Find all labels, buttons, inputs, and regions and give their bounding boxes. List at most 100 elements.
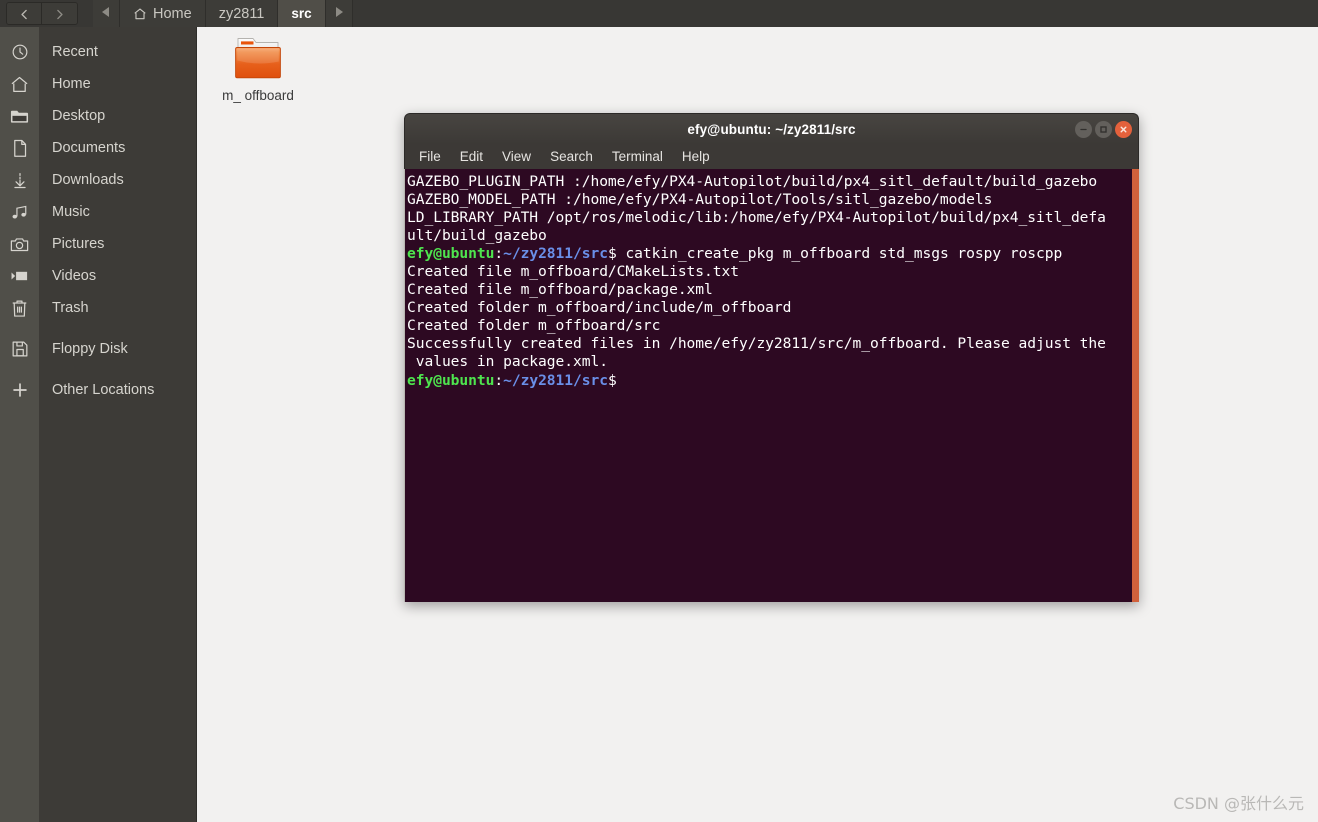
sidebar-item-label: Home	[52, 76, 91, 92]
home-icon	[133, 7, 147, 21]
terminal-menubar: File Edit View Search Terminal Help	[404, 144, 1139, 169]
watermark: CSDN @张什么元	[1173, 794, 1304, 813]
terminal-text-segment: GAZEBO_MODEL_PATH :/home/efy/PX4-Autopil…	[407, 191, 993, 209]
sidebar-item-desktop[interactable]: Desktop	[0, 100, 197, 132]
minimize-button[interactable]	[1075, 121, 1092, 138]
sidebar-item-other-locations[interactable]: Other Locations	[0, 374, 197, 406]
breadcrumb-scroll-right[interactable]	[325, 0, 353, 27]
close-icon	[1119, 125, 1128, 134]
sidebar-separator	[0, 365, 197, 374]
sidebar: Recent Home Desktop Documents Downloads …	[0, 27, 197, 822]
folder-icon	[230, 35, 286, 82]
terminal-line: Successfully created files in /home/efy/…	[407, 335, 1139, 353]
sidebar-item-floppy-disk[interactable]: Floppy Disk	[0, 333, 197, 365]
terminal-text-segment: values in package.xml.	[407, 353, 608, 371]
terminal-text-segment: Created folder m_offboard/src	[407, 317, 661, 335]
menu-item-file[interactable]: File	[419, 149, 441, 164]
terminal-text-segment: LD_LIBRARY_PATH /opt/ros/melodic/lib:/ho…	[407, 209, 1106, 227]
sidebar-item-music[interactable]: Music	[0, 196, 197, 228]
terminal-line: GAZEBO_MODEL_PATH :/home/efy/PX4-Autopil…	[407, 191, 1139, 209]
terminal-text-segment: :	[494, 245, 504, 263]
sidebar-item-label: Videos	[52, 268, 97, 284]
terminal-text-segment: Created file m_offboard/CMakeLists.txt	[407, 263, 739, 281]
sidebar-item-downloads[interactable]: Downloads	[0, 164, 197, 196]
back-button[interactable]	[7, 3, 42, 24]
music-note-icon	[0, 204, 39, 221]
terminal-text-segment: Successfully created files in /home/efy/…	[407, 335, 1106, 353]
file-item-label: m_ offboard	[222, 88, 294, 103]
sidebar-item-documents[interactable]: Documents	[0, 132, 197, 164]
file-item-m-offboard[interactable]: m_ offboard	[210, 35, 306, 104]
navigation-button-group	[6, 2, 78, 25]
terminal-line: LD_LIBRARY_PATH /opt/ros/melodic/lib:/ho…	[407, 209, 1139, 227]
maximize-icon	[1099, 125, 1108, 134]
terminal-titlebar[interactable]: efy@ubuntu: ~/zy2811/src	[404, 113, 1139, 144]
sidebar-item-label: Music	[52, 204, 90, 220]
triangle-left-icon	[102, 7, 110, 20]
chevron-left-icon	[18, 8, 31, 21]
trash-icon	[0, 299, 39, 318]
terminal-text-segment: $ catkin_create_pkg m_offboard std_msgs …	[607, 245, 1063, 263]
terminal-text-segment: ~/zy2811/src	[503, 245, 608, 263]
breadcrumb-label: zy2811	[218, 5, 265, 22]
download-icon	[0, 171, 39, 190]
home-icon	[0, 75, 39, 94]
terminal-title: efy@ubuntu: ~/zy2811/src	[687, 121, 856, 137]
clock-icon	[0, 43, 39, 61]
sidebar-item-label: Recent	[52, 44, 98, 60]
menu-item-search[interactable]: Search	[550, 149, 593, 164]
sidebar-item-label: Documents	[52, 140, 126, 156]
breadcrumb-item-home[interactable]: Home	[120, 0, 206, 27]
terminal-text-segment: ~/zy2811/src	[503, 371, 608, 389]
terminal-line: Created file m_offboard/CMakeLists.txt	[407, 263, 1139, 281]
forward-button[interactable]	[42, 3, 77, 24]
video-camera-icon	[0, 269, 39, 283]
terminal-text-segment: GAZEBO_PLUGIN_PATH :/home/efy/PX4-Autopi…	[407, 173, 1098, 190]
breadcrumb-label: src	[291, 6, 312, 21]
sidebar-item-label: Pictures	[52, 236, 105, 252]
document-icon	[0, 139, 39, 158]
breadcrumb-label: Home	[153, 5, 192, 22]
terminal-line: GAZEBO_PLUGIN_PATH :/home/efy/PX4-Autopi…	[407, 173, 1139, 191]
terminal-line: Created file m_offboard/package.xml	[407, 281, 1139, 299]
sidebar-separator	[0, 324, 197, 333]
terminal-line: efy@ubuntu:~/zy2811/src$	[407, 372, 1139, 390]
sidebar-item-pictures[interactable]: Pictures	[0, 228, 197, 260]
plus-icon	[0, 381, 39, 399]
breadcrumb-item-zy2811[interactable]: zy2811	[205, 0, 279, 27]
sidebar-item-label: Other Locations	[52, 382, 155, 398]
terminal-line: Created folder m_offboard/src	[407, 317, 1139, 335]
file-manager-headerbar: Home zy2811 src	[0, 0, 1318, 27]
terminal-text-segment: Created folder m_offboard/include/m_offb…	[407, 299, 792, 317]
sidebar-item-home[interactable]: Home	[0, 68, 197, 100]
menu-item-terminal[interactable]: Terminal	[612, 149, 663, 164]
chevron-right-icon	[53, 8, 66, 21]
terminal-text-segment: efy@ubuntu	[407, 245, 495, 263]
terminal-line: ult/build_gazebo	[407, 227, 1139, 245]
terminal-line: values in package.xml.	[407, 353, 1139, 371]
breadcrumb-scroll-left[interactable]	[93, 0, 120, 27]
triangle-right-icon	[335, 7, 343, 20]
terminal-text-segment: efy@ubuntu	[407, 371, 495, 389]
terminal-line: efy@ubuntu:~/zy2811/src$ catkin_create_p…	[407, 245, 1139, 263]
terminal-window[interactable]: efy@ubuntu: ~/zy2811/src File Edit View …	[404, 113, 1139, 602]
breadcrumb-item-src[interactable]: src	[278, 0, 326, 27]
sidebar-item-label: Downloads	[52, 172, 124, 188]
maximize-button[interactable]	[1095, 121, 1112, 138]
breadcrumb: Home zy2811 src	[93, 0, 353, 27]
camera-icon	[0, 236, 39, 253]
close-button[interactable]	[1115, 121, 1132, 138]
terminal-text-segment: :	[494, 371, 504, 389]
menu-item-view[interactable]: View	[502, 149, 531, 164]
sidebar-item-trash[interactable]: Trash	[0, 292, 197, 324]
menu-item-help[interactable]: Help	[682, 149, 710, 164]
terminal-scrollbar-thumb[interactable]	[1132, 169, 1139, 602]
sidebar-item-label: Floppy Disk	[52, 341, 128, 357]
sidebar-item-videos[interactable]: Videos	[0, 260, 197, 292]
menu-item-edit[interactable]: Edit	[460, 149, 483, 164]
terminal-scrollbar[interactable]	[1132, 169, 1139, 602]
sidebar-item-recent[interactable]: Recent	[0, 36, 197, 68]
desktop-root: Home zy2811 src Recent Home Desktop Docu…	[0, 0, 1318, 822]
folder-icon	[0, 108, 39, 125]
terminal-body[interactable]: GAZEBO_PLUGIN_PATH :/home/efy/PX4-Autopi…	[404, 169, 1139, 602]
